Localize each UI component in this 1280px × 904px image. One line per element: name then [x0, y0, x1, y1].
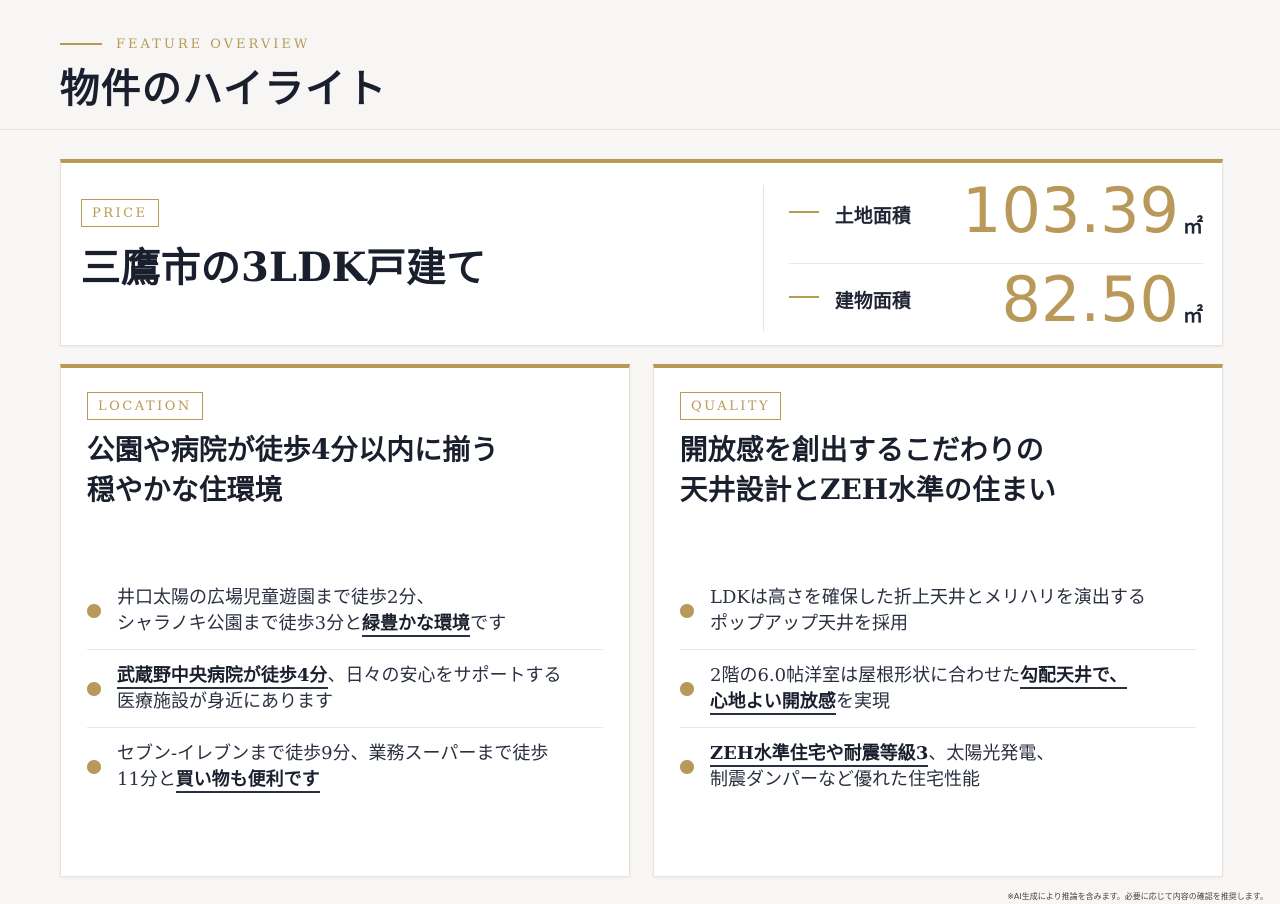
- item-line: 井口太陽の広場児童遊園まで徒歩2分、: [117, 586, 435, 608]
- bullet-dot: [87, 760, 101, 774]
- metric-label: 土地面積: [835, 205, 912, 227]
- eyebrow-line: [60, 43, 102, 45]
- quality-list: LDKは高さを確保した折上天井とメリハリを演出する ポップアップ天井を採用 2階…: [680, 572, 1196, 806]
- metric-dash: [789, 211, 819, 213]
- metric-value: 103.39 ㎡: [962, 175, 1203, 247]
- item-emphasis: ZEH水準住宅や耐震等級3: [710, 743, 929, 767]
- item-text: LDKは高さを確保した折上天井とメリハリを演出する ポップアップ天井を採用: [710, 585, 1146, 637]
- item-text: セブン-イレブンまで徒歩9分、業務スーパーまで徒歩 11分と買い物も便利です: [117, 741, 548, 793]
- item-line: 2階の6.0帖洋室は屋根形状に合わせた: [710, 664, 1021, 686]
- quality-title-line1: 開放感を創出するこだわりの: [680, 433, 1045, 466]
- list-item: 井口太陽の広場児童遊園まで徒歩2分、 シャラノキ公園まで徒歩3分と緑豊かな環境で…: [87, 572, 603, 650]
- quality-title-line2: 天井設計とZEH水準の住まい: [680, 473, 1057, 506]
- metric-label: 建物面積: [835, 290, 912, 312]
- item-line: 、日々の安心をサポートする: [327, 664, 562, 686]
- price-tag: PRICE: [81, 199, 159, 227]
- item-line: 制震ダンパーなど優れた住宅性能: [710, 769, 980, 790]
- metric-unit: ㎡: [1183, 303, 1203, 327]
- quality-title: 開放感を創出するこだわりの 天井設計とZEH水準の住まい: [680, 430, 1200, 510]
- page-header: FEATURE OVERVIEW 物件のハイライト: [0, 0, 1280, 130]
- list-item: LDKは高さを確保した折上天井とメリハリを演出する ポップアップ天井を採用: [680, 572, 1196, 650]
- item-line: 、太陽光発電、: [928, 743, 1055, 764]
- item-emphasis: 緑豊かな環境: [362, 612, 471, 637]
- metric-number: 82.50: [1001, 263, 1180, 336]
- item-emphasis: 心地よい開放感: [710, 690, 836, 715]
- bullet-dot: [87, 603, 101, 618]
- metric-building-area: 建物面積 82.50 ㎡: [789, 263, 1203, 339]
- footnote: ※AI生成により推論を含みます。必要に応じて内容の確認を推奨します。: [1007, 892, 1268, 901]
- item-emphasis: 勾配天井で、: [1020, 664, 1128, 689]
- quality-tag: QUALITY: [680, 392, 782, 420]
- bullet-dot: [680, 681, 694, 696]
- item-line: 医療施設が身近にあります: [117, 690, 333, 712]
- list-item: 武蔵野中央病院が徒歩4分、日々の安心をサポートする 医療施設が身近にあります: [87, 650, 603, 728]
- location-tag: LOCATION: [87, 392, 203, 420]
- item-text: 井口太陽の広場児童遊園まで徒歩2分、 シャラノキ公園まで徒歩3分と緑豊かな環境で…: [117, 585, 506, 637]
- metric-value: 82.50 ㎡: [1002, 264, 1204, 336]
- eyebrow: FEATURE OVERVIEW: [60, 35, 310, 53]
- vertical-divider: [763, 185, 764, 331]
- price-title: 三鷹市の3LDK戸建て: [81, 244, 487, 291]
- list-item: ZEH水準住宅や耐震等級3、太陽光発電、 制震ダンパーなど優れた住宅性能: [680, 728, 1196, 806]
- bullet-dot: [680, 760, 694, 774]
- bullet-dot: [87, 681, 101, 696]
- metric-number: 103.39: [962, 174, 1179, 247]
- item-emphasis: 買い物も便利です: [175, 769, 320, 793]
- page-title: 物件のハイライト: [60, 65, 388, 112]
- item-line: セブン-イレブンまで徒歩9分、業務スーパーまで徒歩: [117, 743, 549, 764]
- location-title-line2: 穏やかな住環境: [87, 473, 284, 506]
- price-card: PRICE 三鷹市の3LDK戸建て 土地面積 103.39 ㎡ 建物面積 82.…: [60, 159, 1223, 346]
- location-title-line1: 公園や病院が徒歩4分以内に揃う: [87, 433, 499, 466]
- item-line: 11分と: [117, 769, 176, 790]
- location-title: 公園や病院が徒歩4分以内に揃う 穏やかな住環境: [87, 430, 607, 510]
- metric-unit: ㎡: [1183, 214, 1203, 238]
- metric-land-area: 土地面積 103.39 ㎡: [789, 175, 1203, 249]
- quality-card: QUALITY 開放感を創出するこだわりの 天井設計とZEH水準の住まい LDK…: [653, 364, 1223, 877]
- item-line: です: [470, 612, 507, 634]
- item-text: 2階の6.0帖洋室は屋根形状に合わせた勾配天井で、 心地よい開放感を実現: [710, 663, 1128, 715]
- item-emphasis: 武蔵野中央病院が徒歩4分: [117, 664, 328, 689]
- location-card: LOCATION 公園や病院が徒歩4分以内に揃う 穏やかな住環境 井口太陽の広場…: [60, 364, 630, 877]
- metric-dash: [789, 296, 819, 298]
- item-line: を実現: [836, 690, 890, 712]
- bullet-dot: [680, 603, 694, 618]
- item-line: シャラノキ公園まで徒歩3分と: [117, 612, 363, 634]
- item-line: LDKは高さを確保した折上天井とメリハリを演出する: [710, 586, 1146, 608]
- location-list: 井口太陽の広場児童遊園まで徒歩2分、 シャラノキ公園まで徒歩3分と緑豊かな環境で…: [87, 572, 603, 806]
- item-text: 武蔵野中央病院が徒歩4分、日々の安心をサポートする 医療施設が身近にあります: [117, 663, 562, 715]
- list-item: セブン-イレブンまで徒歩9分、業務スーパーまで徒歩 11分と買い物も便利です: [87, 728, 603, 806]
- item-line: ポップアップ天井を採用: [710, 612, 908, 634]
- eyebrow-text: FEATURE OVERVIEW: [116, 36, 311, 52]
- list-item: 2階の6.0帖洋室は屋根形状に合わせた勾配天井で、 心地よい開放感を実現: [680, 650, 1196, 728]
- item-text: ZEH水準住宅や耐震等級3、太陽光発電、 制震ダンパーなど優れた住宅性能: [710, 741, 1054, 793]
